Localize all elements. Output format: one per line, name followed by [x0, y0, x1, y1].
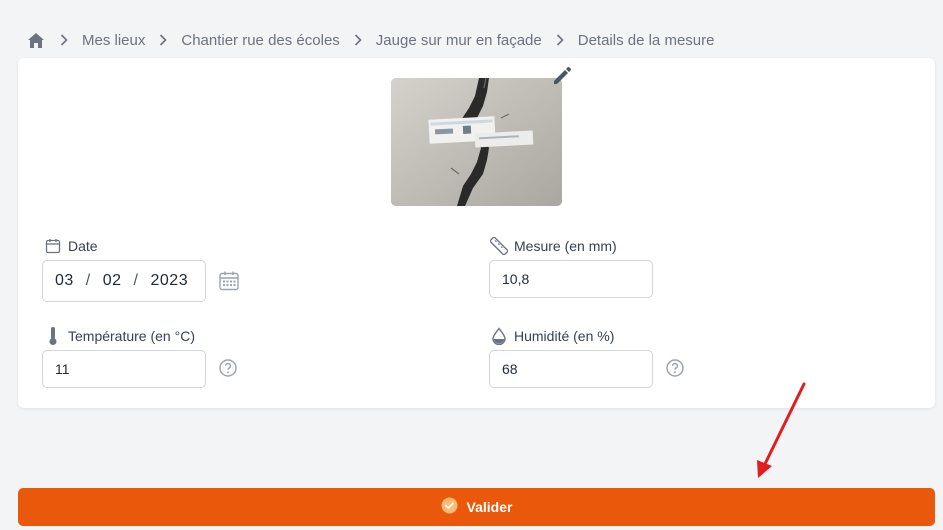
measure-label-text: Mesure (en mm) — [514, 238, 617, 254]
measure-label: Mesure (en mm) — [490, 236, 617, 256]
chevron-right-icon — [145, 34, 181, 46]
temperature-input[interactable] — [42, 350, 206, 388]
crack-gauge-photo[interactable] — [391, 78, 562, 206]
humidity-input[interactable] — [489, 350, 653, 388]
breadcrumb-item-chantier[interactable]: Chantier rue des écoles — [181, 32, 339, 49]
date-label-text: Date — [68, 238, 98, 254]
chevron-right-icon — [542, 34, 578, 46]
droplet-icon — [490, 327, 508, 345]
date-separator: / — [85, 272, 91, 289]
breadcrumb-item-details: Details de la mesure — [577, 31, 715, 49]
date-month[interactable]: 02 — [103, 272, 122, 290]
date-year[interactable]: 2023 — [151, 272, 189, 290]
date-label: Date — [44, 236, 98, 256]
measure-details-card: Date 03 / 02 / 2023 Mesure (en mm) Tempé… — [18, 58, 935, 408]
breadcrumb: Mes lieux Chantier rue des écoles Jauge … — [26, 30, 714, 50]
edit-photo-button[interactable] — [549, 65, 575, 91]
date-day[interactable]: 03 — [55, 272, 74, 290]
temperature-help-icon[interactable] — [218, 358, 238, 378]
valider-label: Valider — [466, 499, 513, 515]
chevron-right-icon — [340, 34, 376, 46]
humidity-help-icon[interactable] — [665, 358, 685, 378]
pencil-icon — [551, 65, 573, 92]
humidity-label: Humidité (en %) — [490, 326, 614, 346]
chevron-right-icon — [46, 34, 82, 46]
annotation-arrow — [757, 382, 806, 478]
calendar-icon — [44, 237, 62, 255]
breadcrumb-item-jauge[interactable]: Jauge sur mur en façade — [376, 32, 542, 49]
date-field[interactable]: 03 / 02 / 2023 — [42, 260, 206, 302]
check-circle-icon — [441, 497, 458, 517]
ruler-icon — [490, 237, 508, 255]
home-icon[interactable] — [26, 30, 46, 50]
measure-input[interactable] — [489, 260, 653, 298]
temperature-label: Température (en °C) — [44, 326, 195, 346]
humidity-label-text: Humidité (en %) — [514, 328, 615, 344]
valider-button[interactable]: Valider — [18, 488, 935, 526]
date-separator: / — [133, 272, 139, 289]
breadcrumb-item-mes-lieux[interactable]: Mes lieux — [82, 32, 145, 49]
temperature-label-text: Température (en °C) — [68, 328, 195, 344]
thermometer-icon — [44, 327, 62, 345]
date-picker-icon[interactable] — [218, 270, 240, 292]
